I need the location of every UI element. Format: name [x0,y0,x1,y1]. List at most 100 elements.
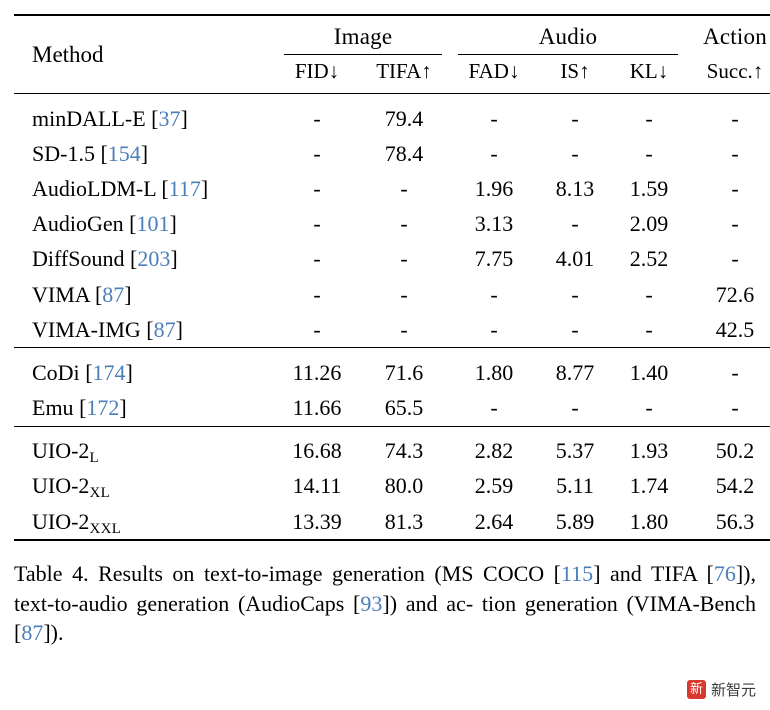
value-cell: 72.6 [715,281,755,307]
value-cell: - [731,211,739,237]
value-cell: 1.74 [629,473,669,499]
method-name: Emu [32,395,74,421]
value-cell: 2.09 [629,211,669,237]
results-table: Method Image Audio Action FID↓ TIFA↑ FAD… [14,14,770,543]
value-cell: 1.96 [474,175,514,201]
value-cell: 65.5 [384,395,424,421]
watermark-logo-icon: 新 [686,680,706,699]
value-cell: - [400,175,408,201]
value-cell: 2.82 [474,438,514,464]
value-cell: 8.13 [555,175,595,201]
table-row: minDALL-E [37] - 79.4 - - - - [14,101,770,136]
table-row: UIO-2XL 14.11 80.0 2.59 5.11 1.74 54.2 [14,469,770,504]
value-cell: - [313,175,321,201]
method-cell: SD-1.5 [154] [32,140,149,166]
value-cell: - [571,395,579,421]
watermark-text: 新智元 [710,681,756,699]
table-row: DiffSound [203] - - 7.75 4.01 2.52 - [14,242,770,277]
value-cell: - [490,395,498,421]
value-cell: 3.13 [474,211,514,237]
sub-header-is: IS↑ [560,59,590,83]
method-cell: AudioGen [101] [32,211,177,237]
rule-group-3 [14,425,770,434]
value-cell: - [731,105,739,131]
method-cell: minDALL-E [37] [32,105,188,131]
method-name: UIO-2 [32,438,90,464]
citation-ref[interactable]: 115 [561,561,593,586]
value-cell: 1.40 [629,359,669,385]
method-name: UIO-2 [32,473,90,499]
value-cell: 54.2 [715,473,755,499]
value-cell: 5.37 [555,438,595,464]
value-cell: - [490,281,498,307]
method-variant: XL [89,485,111,502]
value-cell: 50.2 [715,438,755,464]
value-cell: 4.01 [555,246,595,272]
value-cell: - [313,140,321,166]
value-cell: - [313,211,321,237]
table-caption: Table 4. Results on text-to-image genera… [14,559,756,647]
value-cell: 5.11 [556,473,594,499]
value-cell: - [731,246,739,272]
value-cell: - [731,395,739,421]
method-cell: VIMA-IMG [87] [32,316,183,342]
paper-page: Method Image Audio Action FID↓ TIFA↑ FAD… [0,0,770,710]
citation-ref[interactable]: 117 [169,176,201,201]
value-cell: - [645,316,653,342]
value-cell: 16.68 [292,438,342,464]
citation-ref[interactable]: 87 [102,282,124,307]
value-cell: 42.5 [715,316,755,342]
table-row: Emu [172] 11.66 65.5 - - - - [14,391,770,427]
method-cell: VIMA [87] [32,281,132,307]
table-top-rule: Method Image Audio Action [14,14,770,94]
citation-ref[interactable]: 93 [360,591,382,616]
sub-header-fid: FID↓ [294,59,340,83]
value-cell: - [645,395,653,421]
value-cell: - [400,316,408,342]
caption-part: Table 4. Results on text-to-image genera… [14,561,561,587]
watermark: 新 新智元 [686,679,756,700]
citation-ref[interactable]: 87 [21,620,43,645]
citation-ref[interactable]: 76 [714,561,736,586]
method-name: AudioGen [32,211,124,237]
caption-part: ] and TIFA [ [593,561,714,587]
citation-ref[interactable]: 172 [86,395,119,420]
group-header-audio: Audio [450,14,686,54]
value-cell: - [645,105,653,131]
method-name: DiffSound [32,246,125,272]
value-cell: 2.52 [629,246,669,272]
value-cell: 1.59 [629,175,669,201]
table-row: CoDi [174] 11.26 71.6 1.80 8.77 1.40 - [14,355,770,390]
method-variant: L [89,450,99,467]
value-cell: - [313,246,321,272]
value-cell: - [731,175,739,201]
method-cell: Emu [172] [32,395,127,421]
method-variant: XXL [89,520,122,537]
table-row: VIMA [87] - - - - - 72.6 [14,277,770,312]
value-cell: 8.77 [555,359,595,385]
table-row: UIO-2XXL 13.39 81.3 2.64 5.89 1.80 56.3 [14,504,770,540]
value-cell: - [571,281,579,307]
method-cell: UIO-2XL [14,469,276,504]
method-name: VIMA-IMG [32,316,141,342]
citation-ref[interactable]: 203 [137,246,170,271]
citation-ref[interactable]: 87 [154,317,176,342]
table-row: SD-1.5 [154] - 78.4 - - - - [14,136,770,171]
citation-ref[interactable]: 101 [136,211,169,236]
group-header-image: Image [276,14,450,54]
value-cell: 11.26 [292,359,342,385]
value-cell: - [400,281,408,307]
value-cell: - [731,140,739,166]
method-cell: AudioLDM-L [117] [32,175,209,201]
value-cell: 79.4 [384,105,424,131]
value-cell: 2.64 [474,508,514,534]
value-cell: - [571,105,579,131]
citation-ref[interactable]: 154 [108,141,141,166]
method-cell: UIO-2XXL [14,504,276,540]
value-cell: 1.93 [629,438,669,464]
citation-ref[interactable]: 174 [93,360,126,385]
caption-part: ]) and ac- [382,590,474,616]
method-cell: CoDi [174] [32,359,133,385]
method-name: CoDi [32,359,80,385]
citation-ref[interactable]: 37 [158,106,180,131]
